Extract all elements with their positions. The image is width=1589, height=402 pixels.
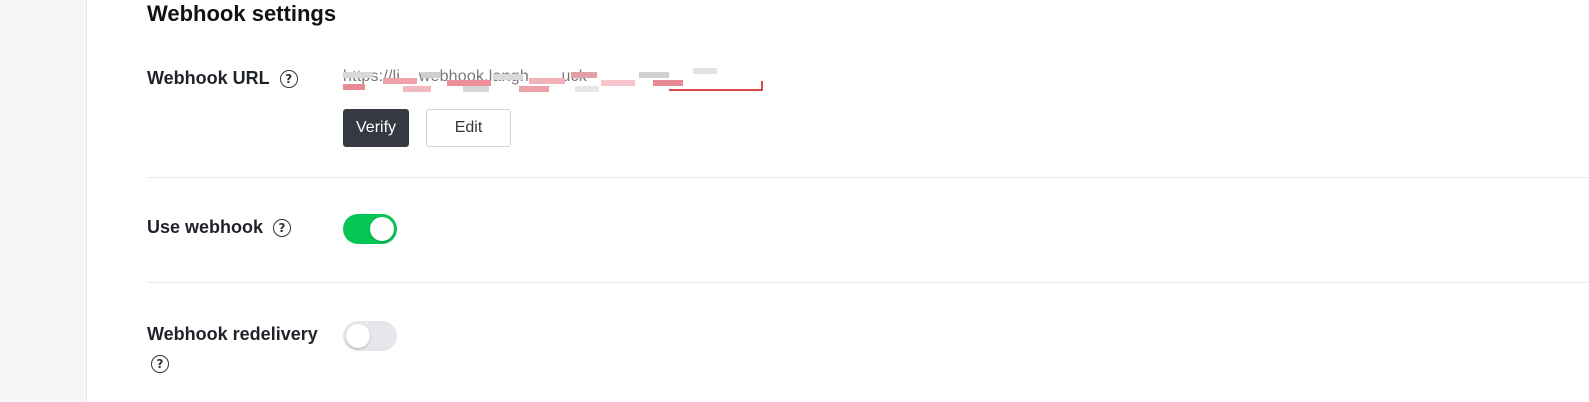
use-webhook-label-group: Use webhook ? bbox=[147, 217, 292, 238]
divider bbox=[147, 282, 1589, 283]
help-icon[interactable]: ? bbox=[279, 69, 298, 88]
webhook-url-label: Webhook URL bbox=[147, 68, 270, 88]
use-webhook-label: Use webhook bbox=[147, 217, 264, 237]
webhook-url-actions: Verify Edit bbox=[343, 109, 511, 147]
section-title: Webhook settings bbox=[147, 1, 337, 26]
toggle-knob bbox=[346, 324, 370, 348]
left-sidebar bbox=[0, 0, 87, 402]
webhook-redelivery-label: Webhook redelivery bbox=[147, 324, 318, 344]
webhook-url-label-group: Webhook URL ? bbox=[147, 68, 298, 89]
webhook-url-display: https://li... webhook.langh... ...uck bbox=[343, 66, 767, 94]
webhook-redelivery-toggle[interactable] bbox=[343, 321, 397, 351]
edit-button[interactable]: Edit bbox=[426, 109, 511, 147]
help-icon[interactable]: ? bbox=[151, 355, 169, 373]
use-webhook-toggle[interactable] bbox=[343, 214, 397, 244]
url-highlight-box bbox=[669, 81, 763, 91]
divider bbox=[147, 177, 1589, 178]
page: Webhook settings Webhook URL ? https://l… bbox=[0, 0, 1589, 402]
webhook-settings-panel: Webhook settings Webhook URL ? https://l… bbox=[147, 0, 1589, 402]
webhook-redelivery-label-group: Webhook redelivery bbox=[147, 324, 318, 345]
verify-button[interactable]: Verify bbox=[343, 109, 409, 147]
help-icon[interactable]: ? bbox=[273, 218, 292, 237]
toggle-knob bbox=[370, 217, 394, 241]
